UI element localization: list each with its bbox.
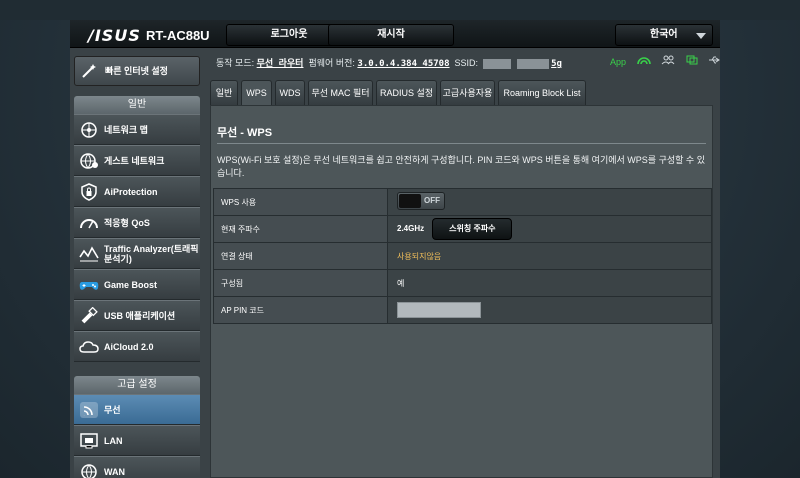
connection-status-label: 연결 상태 — [213, 242, 388, 270]
connection-status-value: 사용되지않음 — [397, 251, 442, 261]
general-nav: 네트워크 맵 게스트 네트워크 AiProtection 적응형 QoS Tra… — [74, 114, 200, 362]
page-title: 무선 - WPS — [217, 127, 273, 139]
usb-status-icon[interactable] — [708, 55, 720, 65]
table-row: WPS 사용 OFF — [213, 188, 712, 216]
mode-link[interactable]: 무선 라우터 — [257, 59, 304, 69]
sidebar-item-label: AiCloud 2.0 — [104, 341, 154, 352]
switch-frequency-button[interactable]: 스위칭 주파수 — [432, 218, 513, 240]
asus-logo: /ISUS — [88, 26, 141, 45]
shield-icon — [79, 183, 99, 201]
tab-wds[interactable]: WDS — [275, 80, 305, 105]
usb-icon — [79, 307, 99, 325]
guest-network-icon — [79, 152, 99, 170]
lan-icon — [79, 432, 99, 450]
advanced-nav: 무선 LAN WAN — [74, 394, 200, 478]
tab-wps[interactable]: WPS — [241, 80, 272, 105]
status-icons: App — [610, 55, 728, 67]
internet-status-icon[interactable] — [636, 55, 651, 65]
current-frequency-cell: 2.4GHz 스위칭 주파수 — [387, 215, 712, 243]
toggle-knob — [399, 194, 421, 208]
sidebar-item-wireless[interactable]: 무선 — [74, 394, 200, 425]
tab-roaming-block-list[interactable]: Roaming Block List — [498, 80, 586, 105]
chevron-down-icon — [696, 33, 706, 39]
configured-label: 구성됨 — [213, 269, 388, 297]
top-background-strip — [0, 0, 800, 20]
wan-globe-icon — [79, 463, 99, 478]
network-map-icon — [79, 121, 99, 139]
reboot-button[interactable]: 재시작 — [328, 24, 454, 46]
ssid-redacted — [482, 58, 511, 69]
table-row: 연결 상태 사용되지않음 — [213, 242, 712, 270]
current-frequency-value: 2.4GHz — [397, 224, 425, 234]
sidebar-item-label: 네트워크 맵 — [104, 124, 148, 135]
wireless-icon — [79, 401, 99, 419]
table-row: 현재 주파수 2.4GHz 스위칭 주파수 — [213, 215, 712, 243]
firmware-label: 펌웨어 버전: — [308, 58, 355, 68]
wps-content-panel: 무선 - WPS WPS(Wi-Fi 보호 설정)은 무선 네트워크를 쉽고 안… — [210, 105, 713, 478]
ap-pin-field[interactable] — [397, 302, 481, 318]
header-bar: /ISUS RT-AC88U 로그아웃 재시작 한국어 — [70, 20, 720, 48]
sidebar-item-guest-network[interactable]: 게스트 네트워크 — [74, 145, 200, 176]
gamepad-icon — [79, 276, 99, 294]
quick-setup-label: 빠른 인터넷 설정 — [105, 66, 168, 76]
table-row: AP PIN 코드 — [213, 296, 712, 324]
language-select[interactable]: 한국어 — [615, 24, 713, 46]
wps-enable-label: WPS 사용 — [213, 188, 388, 216]
page-description: WPS(Wi-Fi 보호 설정)은 무선 네트워크를 쉽고 안전하게 구성합니다… — [217, 155, 705, 178]
configured-value: 예 — [387, 269, 712, 297]
traffic-analyzer-icon — [79, 245, 99, 263]
wps-settings-table: WPS 사용 OFF 현재 주파수 2.4GHz 스위칭 주파수 연결 상태 사… — [213, 188, 712, 324]
title-divider — [217, 143, 706, 144]
sidebar-item-aiprotection[interactable]: AiProtection — [74, 176, 200, 207]
sidebar-item-game-boost[interactable]: Game Boost — [74, 269, 200, 300]
tab-mac-filter[interactable]: 무선 MAC 필터 — [308, 80, 373, 105]
tab-radius[interactable]: RADIUS 설정 — [376, 80, 437, 105]
firmware-link[interactable]: 3.0.0.4.384_45708 — [357, 59, 449, 69]
status-bar: 동작 모드: 무선 라우터 펌웨어 버전: 3.0.0.4.384_45708 … — [216, 56, 562, 69]
ap-pin-label: AP PIN 코드 — [213, 296, 388, 324]
sidebar-item-label: 적응형 QoS — [104, 217, 150, 228]
sidebar-item-label: USB 애플리케이션 — [104, 310, 176, 321]
devices-icon[interactable] — [686, 55, 698, 65]
general-section-header: 일반 — [74, 96, 200, 114]
sidebar-item-usb-application[interactable]: USB 애플리케이션 — [74, 300, 200, 331]
connection-status-cell: 사용되지않음 — [387, 242, 712, 270]
language-label: 한국어 — [650, 29, 678, 40]
table-row: 구성됨 예 — [213, 269, 712, 297]
ssid-redacted — [517, 58, 550, 69]
sidebar-item-adaptive-qos[interactable]: 적응형 QoS — [74, 207, 200, 238]
sidebar-item-label: LAN — [104, 435, 123, 446]
wizard-icon — [81, 63, 97, 79]
tab-general[interactable]: 일반 — [210, 80, 238, 105]
quick-internet-setup-button[interactable]: 빠른 인터넷 설정 — [74, 56, 200, 86]
ssid-5g-link[interactable]: 5g — [551, 59, 562, 69]
app-link[interactable]: App — [610, 57, 626, 67]
sidebar-item-network-map[interactable]: 네트워크 맵 — [74, 114, 200, 145]
sidebar-item-label: AiProtection — [104, 186, 158, 197]
router-admin-window: /ISUS RT-AC88U 로그아웃 재시작 한국어 동작 모드: 무선 라우… — [70, 20, 720, 478]
sidebar-item-traffic-analyzer[interactable]: Traffic Analyzer(트래픽분석기) — [74, 238, 200, 269]
sidebar-item-label: WAN — [104, 466, 125, 477]
ssid-label: SSID: — [454, 58, 479, 68]
wps-enable-cell: OFF — [387, 188, 712, 216]
sidebar-item-label: Traffic Analyzer(트래픽분석기) — [104, 243, 199, 264]
sidebar-item-wan[interactable]: WAN — [74, 456, 200, 478]
tab-professional[interactable]: 고급사용자용 — [440, 80, 495, 105]
sidebar-item-label: 게스트 네트워크 — [104, 155, 165, 166]
sidebar-item-label: 무선 — [104, 404, 121, 415]
model-name: RT-AC88U — [146, 28, 210, 43]
advanced-section-header: 고급 설정 — [74, 376, 200, 394]
toggle-state-text: OFF — [424, 196, 440, 205]
cloud-icon — [79, 338, 99, 356]
sidebar-item-aicloud[interactable]: AiCloud 2.0 — [74, 331, 200, 362]
qos-gauge-icon — [79, 214, 99, 232]
sidebar-item-label: Game Boost — [104, 279, 158, 290]
guest-users-icon[interactable] — [661, 55, 675, 65]
sidebar-item-lan[interactable]: LAN — [74, 425, 200, 456]
mode-label: 동작 모드: — [216, 58, 255, 68]
current-frequency-label: 현재 주파수 — [213, 215, 388, 243]
ap-pin-cell — [387, 296, 712, 324]
wps-enable-toggle[interactable]: OFF — [397, 192, 445, 210]
